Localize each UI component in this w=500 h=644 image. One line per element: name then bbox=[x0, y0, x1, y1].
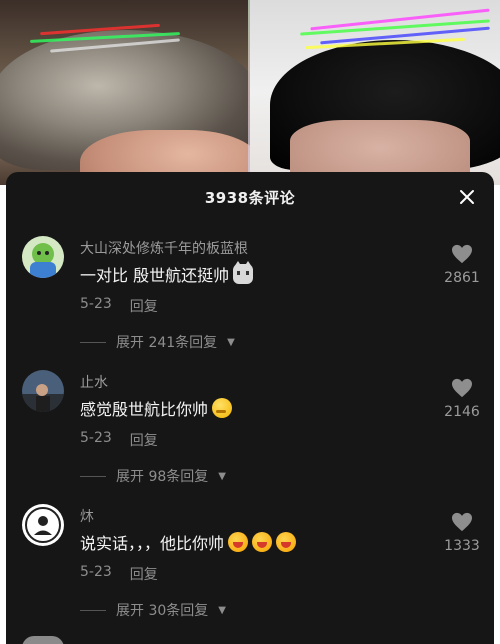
expand-replies-button[interactable]: 展开 241条回复 ▼ bbox=[80, 332, 235, 352]
laughing-face-emoji bbox=[252, 532, 273, 552]
expand-replies-label: 展开 98条回复 bbox=[116, 469, 209, 485]
video-frame-left bbox=[0, 0, 260, 185]
comments-panel: 3938条评论 大山深处修炼千年的板蓝根 一对比 殷世航还挺帅 5-23 回复 bbox=[6, 172, 494, 644]
comment-username[interactable]: 炑 bbox=[80, 506, 94, 526]
avatar[interactable] bbox=[22, 236, 64, 278]
close-icon bbox=[460, 190, 474, 204]
comment-username[interactable]: 止水 bbox=[80, 372, 108, 392]
comment-text: 感觉殷世航比你帅 bbox=[80, 396, 233, 420]
comment-text: 说实话，，，他比你帅 bbox=[80, 530, 297, 554]
video-frame-right bbox=[250, 0, 500, 185]
laughing-face-emoji bbox=[228, 532, 249, 552]
comments-header: 3938条评论 bbox=[6, 172, 494, 222]
like-button[interactable]: 1333 bbox=[440, 512, 484, 554]
comment-username[interactable]: 大山深处修炼千年的板蓝根 bbox=[80, 238, 248, 258]
comment-meta: 5-23 回复 bbox=[80, 430, 158, 450]
like-count: 1333 bbox=[444, 538, 480, 554]
avatar[interactable] bbox=[22, 370, 64, 412]
video-player[interactable] bbox=[0, 0, 500, 185]
comment-text: 一对比 殷世航还挺帅 bbox=[80, 261, 254, 286]
caret-down-icon: ▼ bbox=[218, 604, 226, 616]
close-button[interactable] bbox=[454, 184, 480, 210]
comment-date: 5-23 bbox=[80, 296, 112, 312]
caret-down-icon: ▼ bbox=[227, 336, 235, 348]
cat-face-emoji bbox=[233, 261, 254, 284]
laughing-face-emoji bbox=[276, 532, 297, 552]
like-count: 2146 bbox=[444, 404, 480, 420]
caret-down-icon: ▼ bbox=[218, 470, 226, 482]
comment-meta: 5-23 回复 bbox=[80, 564, 158, 584]
comment-date: 5-23 bbox=[80, 564, 112, 580]
like-button[interactable]: 2861 bbox=[440, 244, 484, 286]
divider-line bbox=[80, 475, 106, 477]
expand-replies-button[interactable]: 展开 30条回复 ▼ bbox=[80, 600, 226, 620]
expand-replies-button[interactable]: 展开 98条回复 ▼ bbox=[80, 466, 226, 486]
reply-button[interactable]: 回复 bbox=[130, 296, 158, 316]
expand-replies-label: 展开 241条回复 bbox=[116, 335, 218, 351]
comment-date: 5-23 bbox=[80, 430, 112, 446]
expand-replies-label: 展开 30条回复 bbox=[116, 603, 209, 619]
divider-line bbox=[80, 341, 106, 343]
avatar[interactable] bbox=[22, 504, 64, 546]
avatar[interactable] bbox=[22, 636, 64, 644]
thinking-face-emoji bbox=[212, 398, 233, 418]
comment-meta: 5-23 回复 bbox=[80, 296, 158, 316]
like-count: 2861 bbox=[444, 270, 480, 286]
like-button[interactable]: 2146 bbox=[440, 378, 484, 420]
divider-line bbox=[80, 609, 106, 611]
reply-button[interactable]: 回复 bbox=[130, 564, 158, 584]
reply-button[interactable]: 回复 bbox=[130, 430, 158, 450]
comments-count-title: 3938条评论 bbox=[204, 188, 296, 207]
heart-icon bbox=[452, 512, 472, 532]
heart-icon bbox=[452, 378, 472, 398]
heart-icon bbox=[452, 244, 472, 264]
